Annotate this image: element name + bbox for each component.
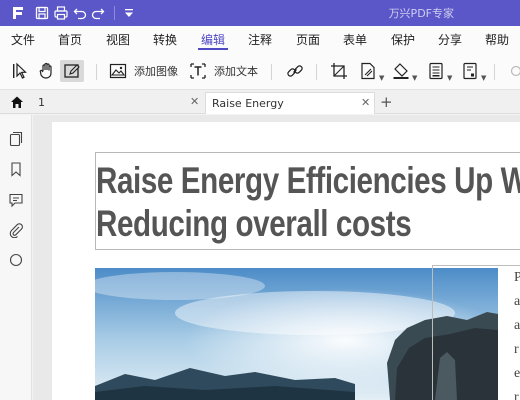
document-lines-icon <box>426 61 446 81</box>
menu-comment[interactable]: 注释 <box>248 31 272 48</box>
quick-access-dropdown-icon[interactable] <box>121 5 137 21</box>
headline-line-1: Raise Energy Efficiencies Up W <box>96 160 520 201</box>
document-headline: Raise Energy Efficiencies Up W Reducing … <box>96 159 520 245</box>
search-icon[interactable] <box>8 252 24 268</box>
menu-view[interactable]: 视图 <box>106 31 130 48</box>
header-footer-tool-button[interactable]: ▼ <box>426 60 452 82</box>
crop-icon <box>329 61 349 81</box>
more-tools-button[interactable] <box>506 60 520 82</box>
bookmark-icon[interactable] <box>8 161 24 177</box>
app-logo-icon[interactable] <box>10 5 26 21</box>
column-letter: r <box>514 342 519 357</box>
attachment-icon[interactable] <box>8 222 24 238</box>
menu-edit[interactable]: 编辑 <box>201 31 225 48</box>
tab-raise-energy[interactable]: Raise Energy ✕ <box>205 92 375 114</box>
document-tab-bar: 1 ✕ Raise Energy ✕ <box>0 90 520 114</box>
column-letter: a <box>514 294 520 309</box>
link-tool-button[interactable] <box>285 60 305 82</box>
menu-help[interactable]: 帮助 <box>485 31 509 48</box>
comments-icon[interactable] <box>8 192 24 208</box>
tab-label: Raise Energy <box>212 97 284 110</box>
text-box-icon <box>188 61 208 81</box>
toolbar-separator <box>316 64 317 80</box>
bates-number-tool-button[interactable]: ▼ <box>460 60 486 82</box>
watermark-tool-button[interactable]: ▼ <box>358 60 384 82</box>
text-column-box[interactable] <box>432 265 520 400</box>
save-icon[interactable] <box>34 5 50 21</box>
redo-icon[interactable] <box>90 5 106 21</box>
menu-home[interactable]: 首页 <box>58 31 82 48</box>
chevron-down-icon: ▼ <box>447 74 453 82</box>
menu-share[interactable]: 分享 <box>438 31 462 48</box>
print-icon[interactable] <box>53 5 69 21</box>
toolbar-separator <box>271 64 272 80</box>
crop-tool-button[interactable] <box>329 60 349 82</box>
select-tool-button[interactable] <box>10 60 30 82</box>
titlebar-divider <box>114 6 115 20</box>
title-bar: 万兴PDF专家 <box>0 0 520 26</box>
menu-protect[interactable]: 保护 <box>391 31 415 48</box>
add-text-label: 添加文本 <box>214 65 258 78</box>
headline-line-2: Reducing overall costs <box>96 203 412 244</box>
column-letter: r <box>514 390 519 400</box>
add-tab-icon[interactable]: + <box>380 93 393 111</box>
toolbar-separator <box>494 64 495 80</box>
menu-bar: 文件 首页 视图 转换 编辑 注释 页面 表单 保护 分享 帮助 <box>0 26 520 52</box>
menu-form[interactable]: 表单 <box>343 31 367 48</box>
edit-box-icon <box>62 61 82 81</box>
select-cursor-icon <box>10 61 30 81</box>
left-sidebar <box>0 115 32 400</box>
column-letter: P <box>514 270 520 285</box>
paint-bucket-icon <box>391 61 411 81</box>
toolbar-separator <box>96 64 97 80</box>
thumbnails-icon[interactable] <box>8 131 24 147</box>
close-icon[interactable]: ✕ <box>190 95 199 108</box>
column-letter: e <box>514 366 520 381</box>
tab-1[interactable]: 1 ✕ <box>32 92 204 114</box>
side-text-column: P a a r e r <box>514 266 520 400</box>
chevron-down-icon: ▼ <box>379 74 385 82</box>
edit-toolbar: 添加图像 添加文本 ▼ ▼ ▼ ▼ <box>0 52 520 90</box>
headline-text-box[interactable]: Raise Energy Efficiencies Up W Reducing … <box>95 152 520 250</box>
undo-icon[interactable] <box>72 5 88 21</box>
background-tool-button[interactable]: ▼ <box>391 60 417 82</box>
link-icon <box>285 61 305 81</box>
hand-tool-button[interactable] <box>37 60 57 82</box>
chevron-down-icon: ▼ <box>481 74 487 82</box>
menu-file[interactable]: 文件 <box>11 31 35 48</box>
column-letter: a <box>514 318 520 333</box>
menu-convert[interactable]: 转换 <box>153 31 177 48</box>
home-icon[interactable] <box>9 94 25 110</box>
tab-label: 1 <box>38 96 45 109</box>
add-image-label: 添加图像 <box>134 65 178 78</box>
image-icon <box>108 61 128 81</box>
edit-tool-button[interactable] <box>60 60 84 82</box>
circle-icon <box>506 61 520 81</box>
active-menu-underline <box>198 48 228 50</box>
chevron-down-icon: ▼ <box>412 74 418 82</box>
add-image-button[interactable]: 添加图像 <box>108 60 178 82</box>
hand-icon <box>37 61 57 81</box>
close-icon[interactable]: ✕ <box>361 96 370 109</box>
watermark-icon <box>358 61 378 81</box>
add-text-button[interactable]: 添加文本 <box>188 60 258 82</box>
app-title: 万兴PDF专家 <box>388 7 454 20</box>
page-number-icon <box>460 61 480 81</box>
menu-page[interactable]: 页面 <box>296 31 320 48</box>
